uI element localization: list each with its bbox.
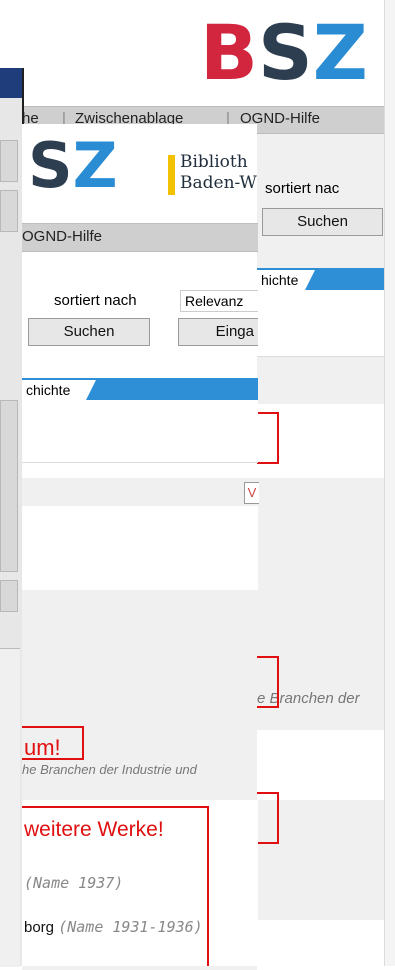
name-prefix: borg <box>24 919 55 936</box>
back-tab-history[interactable]: hichte <box>257 270 315 290</box>
front-input-button[interactable]: Einga <box>178 318 258 346</box>
front-nav-ognd-hilfe[interactable]: OGND-Hilfe <box>22 228 102 245</box>
dialog-lower-panel <box>0 648 20 967</box>
front-bsz-logo: SZ <box>28 126 158 206</box>
name-note-2: (Name 1931-1936) <box>58 918 203 936</box>
front-search-button[interactable]: Suchen <box>28 318 150 346</box>
library-name-line2: Baden-W <box>180 173 257 193</box>
back-search-button[interactable]: Suchen <box>262 208 383 236</box>
dialog-list-row[interactable] <box>0 140 18 182</box>
library-name-line1: Biblioth <box>180 152 248 172</box>
dialog-list-row[interactable] <box>0 400 18 572</box>
front-result-area <box>22 506 258 590</box>
name-entry[interactable]: borg (Name 1931-1936) <box>24 918 203 936</box>
back-sort-label: sortiert nac <box>265 180 340 197</box>
back-bsz-logo: BSZ <box>200 8 368 98</box>
back-annotation-box-2 <box>257 656 279 708</box>
front-small-control[interactable]: V <box>244 482 259 504</box>
left-dialog-titlebar[interactable] <box>0 68 22 98</box>
sort-select-value: Relevanz <box>185 293 244 309</box>
logo-s: S <box>257 8 313 97</box>
front-tab-panel <box>22 400 258 463</box>
logo-s: S <box>28 129 73 202</box>
logo-z: Z <box>72 129 118 202</box>
front-tab-history[interactable]: chichte <box>22 380 96 400</box>
window-scrollbar[interactable] <box>384 0 395 966</box>
back-annotation-box-3 <box>257 792 279 844</box>
back-tab-history-label: hichte <box>261 272 299 288</box>
name-note-1: (Name 1937) <box>24 874 124 892</box>
logo-b: B <box>200 8 258 97</box>
front-sort-label: sortiert nach <box>54 292 137 309</box>
front-tab-history-label: chichte <box>26 382 71 398</box>
back-tab-panel <box>257 290 385 357</box>
front-snippet: he Branchen der Industrie und <box>22 762 197 777</box>
library-name: Biblioth Baden-W <box>180 152 258 194</box>
front-toolbar-strip <box>22 478 258 506</box>
front-annotation-text-2: weitere Werke! <box>24 818 164 841</box>
dialog-list-row[interactable] <box>0 190 18 232</box>
sort-select[interactable]: Relevanz <box>180 290 258 312</box>
back-annotation-box-1 <box>257 412 279 464</box>
front-annotation-text-1: um! <box>24 735 61 760</box>
front-small-control-label: V <box>247 485 257 500</box>
back-result-block-2 <box>257 730 385 800</box>
dialog-list-row[interactable] <box>0 580 18 612</box>
logo-z: Z <box>312 8 368 97</box>
logo-yellow-bar <box>168 155 175 195</box>
